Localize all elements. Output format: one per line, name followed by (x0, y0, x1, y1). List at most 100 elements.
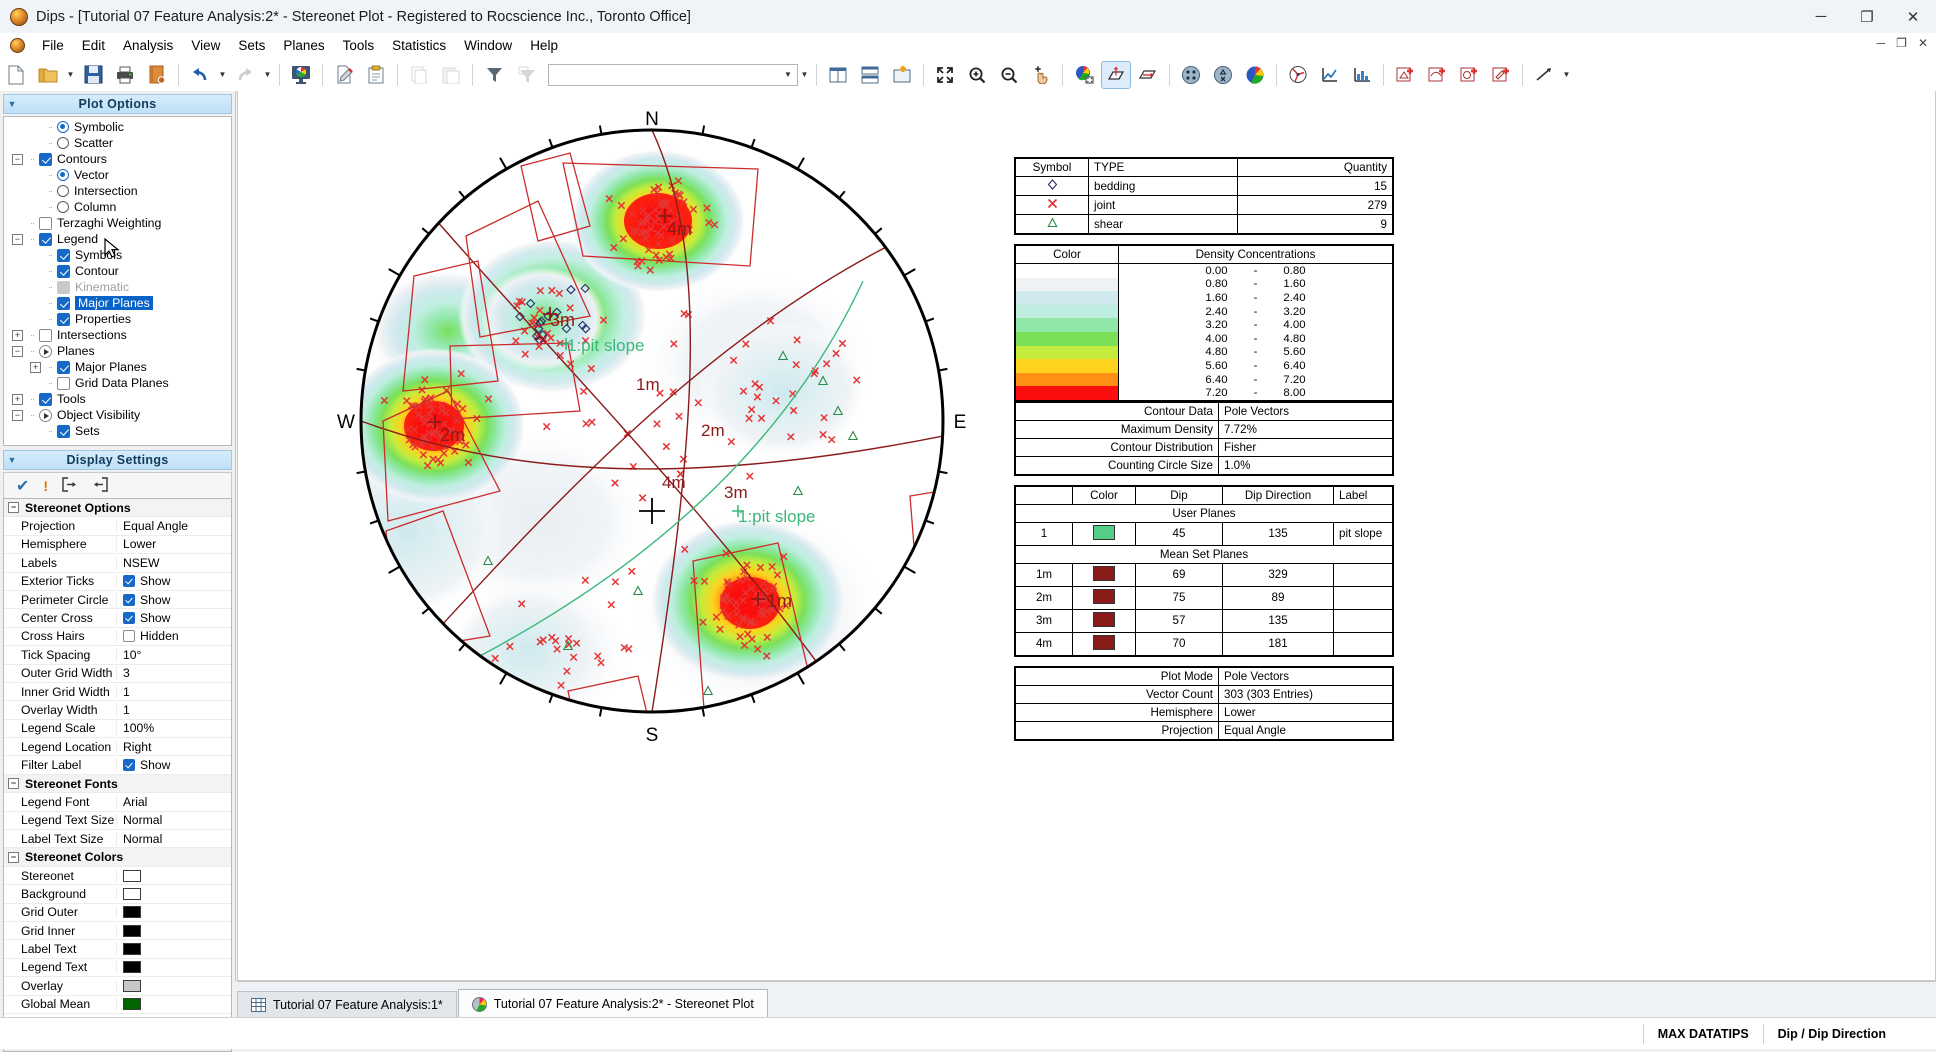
tree-item-intersections[interactable]: +··Intersections (4, 327, 231, 343)
mdi-restore-button[interactable]: ❐ (1894, 36, 1909, 50)
property-row-outer-grid-width[interactable]: Outer Grid Width3 (4, 665, 231, 683)
tree-checkbox-legend-symbols[interactable] (57, 249, 70, 262)
group-expander-icon[interactable]: − (8, 778, 19, 789)
overflow-caret-icon[interactable]: ▼ (798, 61, 811, 89)
property-checkbox[interactable] (123, 594, 135, 606)
property-row-legend-font[interactable]: Legend FontArial (4, 793, 231, 811)
color-swatch[interactable] (123, 998, 141, 1010)
tab-feature-analysis-1[interactable]: Tutorial 07 Feature Analysis:1* (237, 991, 457, 1018)
color-swatch[interactable] (123, 925, 141, 937)
menu-item-sets[interactable]: Sets (229, 35, 274, 56)
property-row-grid-outer[interactable]: Grid Outer (4, 904, 231, 922)
menu-item-statistics[interactable]: Statistics (383, 35, 455, 56)
tree-radio-intersection[interactable] (57, 185, 69, 197)
property-row-background[interactable]: Background (4, 885, 231, 903)
tree-item-grid-data-planes[interactable]: ··Grid Data Planes (4, 375, 231, 391)
filter-icon[interactable] (479, 61, 509, 89)
tree-radio-column[interactable] (57, 201, 69, 213)
redo-dropdown-caret-icon[interactable]: ▼ (261, 61, 274, 89)
new-window-icon[interactable] (887, 61, 917, 89)
tree-radio-vector[interactable] (57, 169, 69, 181)
close-file-icon[interactable] (142, 61, 172, 89)
property-row-center-cross[interactable]: Center CrossShow (4, 609, 231, 627)
split-view-icon[interactable] (823, 61, 853, 89)
tree-expander-contours[interactable]: − (12, 154, 23, 165)
tree-expander-legend[interactable]: − (12, 234, 23, 245)
tree-item-legend-symbols[interactable]: ··Symbols (4, 247, 231, 263)
tree-play-object-visibility[interactable] (39, 409, 52, 422)
new-file-icon[interactable] (1, 61, 31, 89)
color-swatch[interactable] (123, 870, 141, 882)
property-row-hemisphere[interactable]: HemisphereLower (4, 536, 231, 554)
tree-item-column[interactable]: ··Column (4, 199, 231, 215)
zoom-out-icon[interactable] (994, 61, 1024, 89)
plot-options-header[interactable]: ▼ Plot Options (3, 94, 232, 114)
property-row-label-text-size[interactable]: Label Text SizeNormal (4, 830, 231, 848)
tree-checkbox-object-visibility-sets[interactable] (57, 425, 70, 438)
import-settings-icon[interactable] (92, 477, 108, 495)
menu-item-file[interactable]: File (33, 35, 73, 56)
property-row-grid-inner[interactable]: Grid Inner (4, 922, 231, 940)
color-swatch[interactable] (123, 943, 141, 955)
tree-item-scatter[interactable]: ··Scatter (4, 135, 231, 151)
tree-item-contours[interactable]: −··Contours (4, 151, 231, 167)
tree-checkbox-contours[interactable] (39, 153, 52, 166)
property-row-legend-text-size[interactable]: Legend Text SizeNormal (4, 812, 231, 830)
contour-plot-icon[interactable] (1240, 61, 1270, 89)
collapse-triangle-icon[interactable]: ▼ (4, 99, 20, 109)
tree-item-terzaghi-weighting[interactable]: ··Terzaghi Weighting (4, 215, 231, 231)
tree-expander-tools[interactable]: + (12, 394, 23, 405)
property-checkbox[interactable] (123, 630, 135, 642)
tree-item-legend-kinematic[interactable]: ··Kinematic (4, 279, 231, 295)
tree-expander-planes-major-planes[interactable]: + (30, 362, 41, 373)
property-row-projection[interactable]: ProjectionEqual Angle (4, 517, 231, 535)
chevron-down-icon[interactable]: ▼ (779, 70, 797, 79)
tree-item-intersection[interactable]: ··Intersection (4, 183, 231, 199)
tree-checkbox-legend-major-planes[interactable] (57, 297, 70, 310)
menu-item-planes[interactable]: Planes (274, 35, 333, 56)
stereonet-fit-icon[interactable] (1069, 61, 1099, 89)
tree-checkbox-intersections[interactable] (39, 329, 52, 342)
add-set-icon[interactable] (1390, 61, 1420, 89)
tree-expander-intersections[interactable]: + (12, 330, 23, 341)
tab-feature-analysis-2-stereonet[interactable]: Tutorial 07 Feature Analysis:2* - Stereo… (458, 989, 768, 1018)
property-row-label-text[interactable]: Label Text (4, 940, 231, 958)
flinn-plot-icon[interactable] (1315, 61, 1345, 89)
tree-item-legend-major-planes[interactable]: ··Major Planes (4, 295, 231, 311)
tree-item-object-visibility[interactable]: −··Object Visibility (4, 407, 231, 423)
redo-icon[interactable] (230, 61, 260, 89)
property-row-exterior-ticks[interactable]: Exterior TicksShow (4, 573, 231, 591)
color-swatch[interactable] (123, 961, 141, 973)
menu-item-analysis[interactable]: Analysis (114, 35, 182, 56)
plot-options-tree[interactable]: ··Symbolic··Scatter−··Contours··Vector··… (3, 116, 232, 446)
edit-properties-icon[interactable] (329, 61, 359, 89)
tree-item-legend[interactable]: −··Legend (4, 231, 231, 247)
open-folder-icon[interactable] (33, 61, 63, 89)
menu-item-help[interactable]: Help (521, 35, 567, 56)
close-button[interactable]: ✕ (1890, 0, 1936, 33)
tree-radio-symbolic[interactable] (57, 121, 69, 133)
tree-play-planes[interactable] (39, 345, 52, 358)
collapse-triangle-icon[interactable]: ▼ (4, 455, 20, 465)
print-icon[interactable] (110, 61, 140, 89)
tree-expander-planes[interactable]: − (12, 346, 23, 357)
property-row-legend-scale[interactable]: Legend Scale100% (4, 720, 231, 738)
menu-item-window[interactable]: Window (455, 35, 521, 56)
plane-vector-icon[interactable] (1133, 61, 1163, 89)
color-swatch[interactable] (123, 906, 141, 918)
zoom-all-icon[interactable] (930, 61, 960, 89)
tree-item-vector[interactable]: ··Vector (4, 167, 231, 183)
tree-checkbox-legend[interactable] (39, 233, 52, 246)
add-tool-icon[interactable] (1454, 61, 1484, 89)
property-row-overlay[interactable]: Overlay (4, 977, 231, 995)
property-group-stereonet-fonts[interactable]: −Stereonet Fonts (4, 775, 231, 793)
pan-icon[interactable] (1026, 61, 1056, 89)
property-group-stereonet-options[interactable]: −Stereonet Options (4, 499, 231, 517)
histogram-icon[interactable] (1347, 61, 1377, 89)
tree-checkbox-tools[interactable] (39, 393, 52, 406)
property-row-stereonet[interactable]: Stereonet (4, 867, 231, 885)
undo-icon[interactable] (185, 61, 215, 89)
property-checkbox[interactable] (123, 575, 135, 587)
mdi-minimize-button[interactable]: ─ (1875, 36, 1888, 50)
tree-item-symbolic[interactable]: ··Symbolic (4, 119, 231, 135)
